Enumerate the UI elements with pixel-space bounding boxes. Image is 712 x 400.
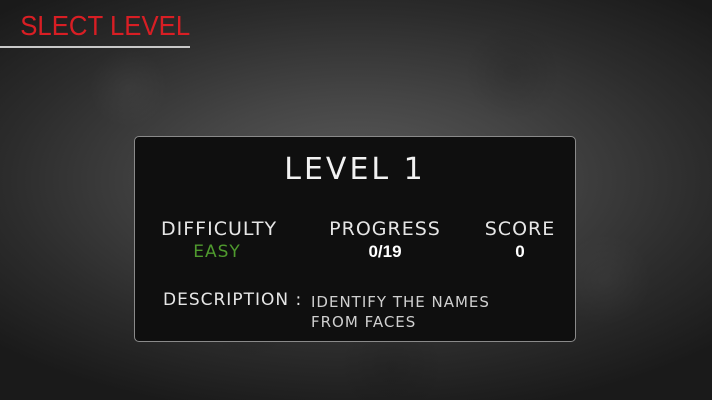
level-title: LEVEL 1: [284, 152, 426, 187]
progress-label: PROGRESS: [329, 218, 441, 240]
title-underline: [0, 46, 190, 48]
score-stat: SCORE 0: [483, 217, 557, 263]
progress-value: 0/19: [368, 242, 402, 261]
difficulty-stat: DIFFICULTY EASY: [161, 217, 278, 263]
level-card-1[interactable]: LEVEL 1 DIFFICULTY EASY PROGRESS 0/19 SC…: [134, 136, 576, 342]
difficulty-value: EASY: [193, 242, 241, 262]
score-label: SCORE: [484, 218, 556, 240]
screen-title: SLECT LEVEL: [20, 10, 191, 41]
score-value: 0: [515, 242, 525, 261]
screen-header: SLECT LEVEL: [0, 8, 191, 48]
progress-stat: PROGRESS 0/19: [325, 217, 445, 263]
description-text: IDENTIFY THE NAMES FROM FACES: [311, 293, 490, 331]
difficulty-label: DIFFICULTY: [161, 218, 278, 240]
description-label: DESCRIPTION :: [163, 290, 303, 310]
